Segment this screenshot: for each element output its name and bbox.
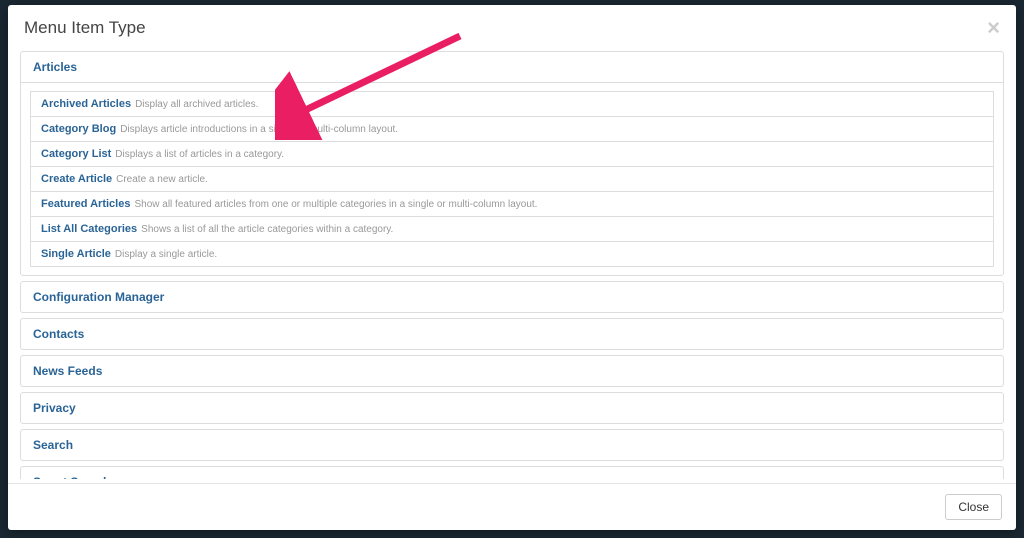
menu-item-type-modal: Menu Item Type × Articles Archived Artic… xyxy=(8,5,1016,530)
panel-heading[interactable]: Contacts xyxy=(21,319,1003,349)
panel-heading[interactable]: Configuration Manager xyxy=(21,282,1003,312)
item-category-list[interactable]: Category List Displays a list of article… xyxy=(30,141,994,166)
item-link: Category Blog xyxy=(41,123,116,135)
item-featured-articles[interactable]: Featured Articles Show all featured arti… xyxy=(30,191,994,216)
item-link: Single Article xyxy=(41,248,111,260)
modal-header: Menu Item Type × xyxy=(8,5,1016,51)
panel-body-articles: Archived Articles Display all archived a… xyxy=(21,82,1003,275)
item-desc: Displays a list of articles in a categor… xyxy=(115,149,284,160)
panel-configuration-manager: Configuration Manager xyxy=(20,281,1004,313)
item-desc: Show all featured articles from one or m… xyxy=(134,199,537,210)
item-single-article[interactable]: Single Article Display a single article. xyxy=(30,241,994,267)
close-icon[interactable]: × xyxy=(987,17,1000,39)
close-button[interactable]: Close xyxy=(945,494,1002,520)
panel-heading[interactable]: Search xyxy=(21,430,1003,460)
panel-privacy: Privacy xyxy=(20,392,1004,424)
item-link: Featured Articles xyxy=(41,198,130,210)
item-desc: Display a single article. xyxy=(115,249,217,260)
modal-title: Menu Item Type xyxy=(24,18,146,38)
item-link: List All Categories xyxy=(41,223,137,235)
item-archived-articles[interactable]: Archived Articles Display all archived a… xyxy=(30,91,994,116)
item-link: Create Article xyxy=(41,173,112,185)
item-create-article[interactable]: Create Article Create a new article. xyxy=(30,166,994,191)
panel-contacts: Contacts xyxy=(20,318,1004,350)
panel-heading-articles[interactable]: Articles xyxy=(21,52,1003,82)
item-link: Category List xyxy=(41,148,111,160)
panel-smart-search: Smart Search xyxy=(20,466,1004,479)
item-desc: Display all archived articles. xyxy=(135,99,258,110)
articles-item-list: Archived Articles Display all archived a… xyxy=(30,91,994,267)
item-link: Archived Articles xyxy=(41,98,131,110)
panel-heading[interactable]: News Feeds xyxy=(21,356,1003,386)
item-list-all-categories[interactable]: List All Categories Shows a list of all … xyxy=(30,216,994,241)
panel-news-feeds: News Feeds xyxy=(20,355,1004,387)
panel-heading[interactable]: Smart Search xyxy=(21,467,1003,479)
item-desc: Shows a list of all the article categori… xyxy=(141,224,393,235)
panel-heading[interactable]: Privacy xyxy=(21,393,1003,423)
item-desc: Create a new article. xyxy=(116,174,208,185)
panel-articles: Articles Archived Articles Display all a… xyxy=(20,51,1004,276)
modal-footer: Close xyxy=(8,483,1016,530)
panel-search: Search xyxy=(20,429,1004,461)
modal-body[interactable]: Articles Archived Articles Display all a… xyxy=(8,51,1016,479)
item-category-blog[interactable]: Category Blog Displays article introduct… xyxy=(30,116,994,141)
item-desc: Displays article introductions in a sing… xyxy=(120,124,398,135)
